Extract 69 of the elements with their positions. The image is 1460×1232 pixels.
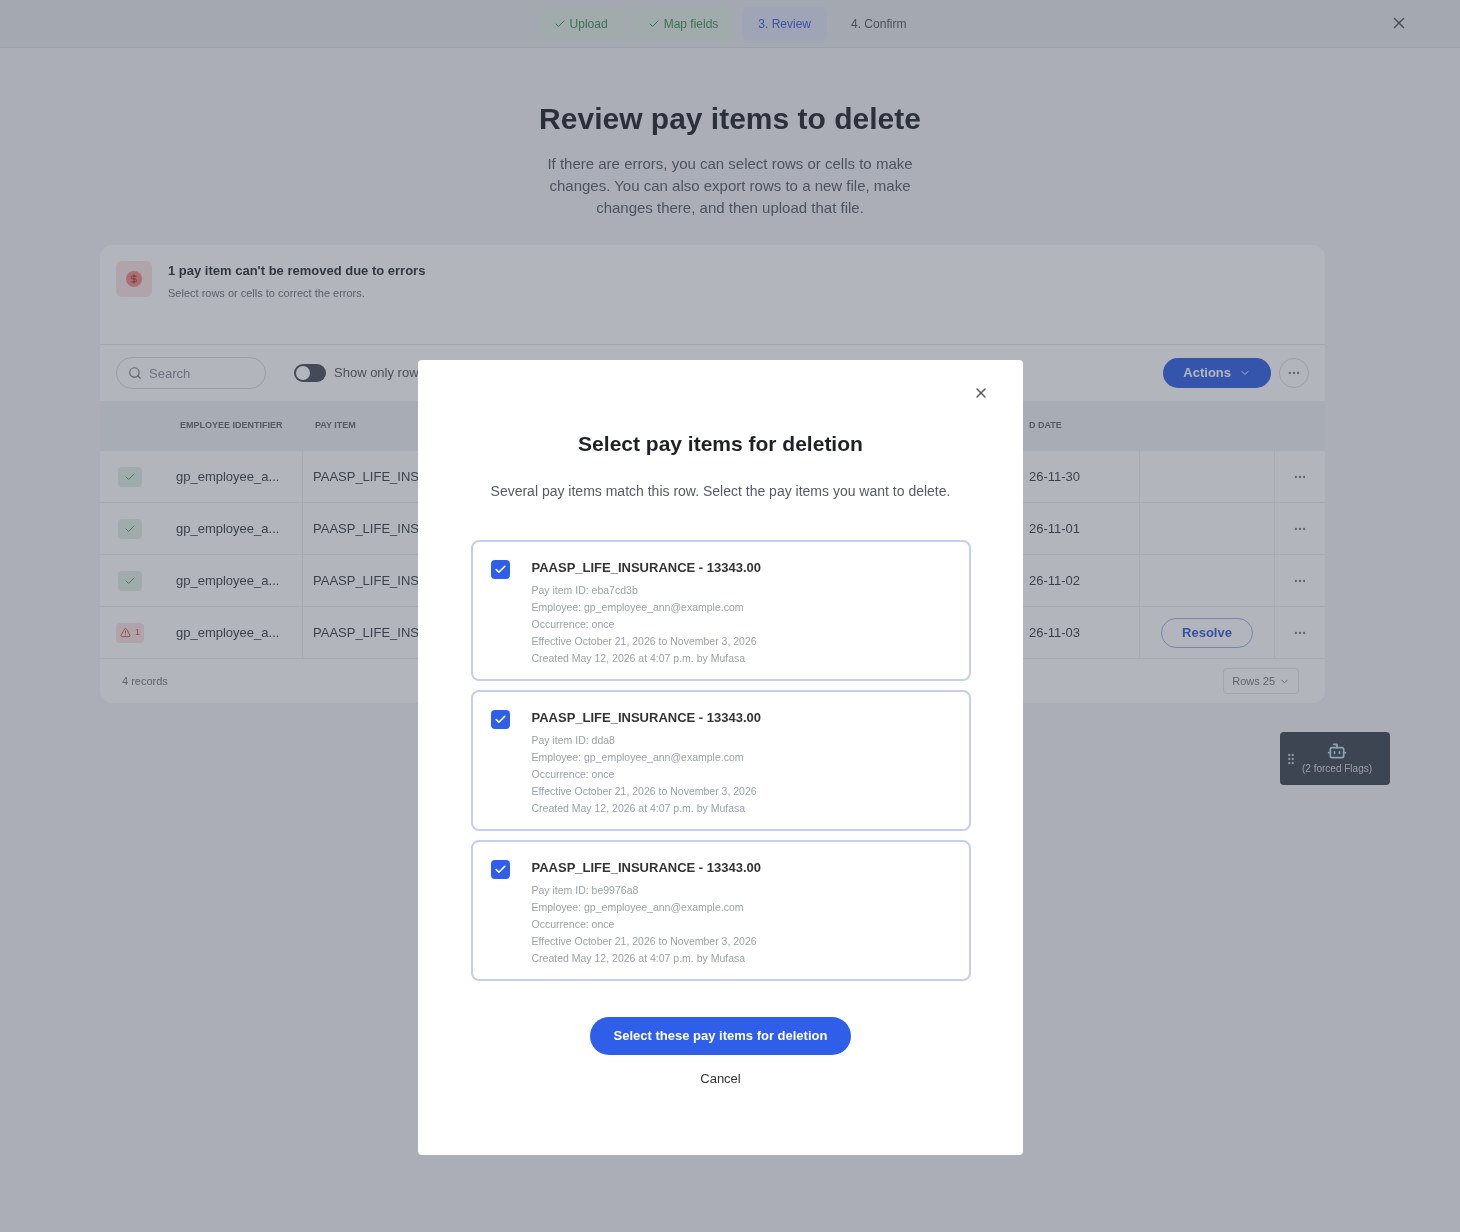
flags-label: (2 forced Flags) (1302, 762, 1373, 776)
pay-item-detail: Created May 12, 2026 at 4:07 p.m. by Mufasa (531, 801, 747, 816)
step-tab[interactable]: 4. Confirm (835, 6, 923, 41)
step-tab[interactable]: 3. Review (742, 6, 828, 41)
banner-title: 1 pay item can't be removed due to errors (168, 262, 426, 280)
dialog-title: Select pay items for deletion (578, 431, 863, 457)
table-cell-text: PAASP_LIFE_INS (312, 571, 418, 590)
pay-item-detail: Occurrence: once (531, 917, 616, 932)
dialog-description: Several pay items match this row. Select the pay items you want to delete. (489, 481, 952, 501)
actions-button[interactable]: Actions (1163, 358, 1271, 388)
cancel-button[interactable]: Cancel (700, 1068, 741, 1088)
pay-item-option[interactable]: PAASP_LIFE_INSURANCE - 13343.00 Pay item ID: eba7cd3b Employee: gp_employee_ann@example.com Occurrence: once Effective October 21, 2026 to November 3, 2026 Created May 12, 2026 at 4:07 p.m. by Mufasa (470, 539, 971, 681)
pay-item-title: PAASP_LIFE_INSURANCE - 13343.00 (531, 858, 761, 877)
table-cell: 26-11-03 (1025, 607, 1140, 658)
pay-item-detail: Occurrence: once (531, 617, 616, 632)
table-cell: 26-11-30 (1025, 451, 1140, 502)
rows-per-page-select[interactable]: Rows 25 (1223, 668, 1299, 694)
checkbox[interactable] (490, 859, 510, 879)
record-count: 4 records (122, 673, 168, 689)
table-cell: gp_employee_a... (160, 607, 303, 658)
toggle-label: Show only row (334, 364, 419, 383)
toggle-switch[interactable] (294, 364, 326, 382)
column-header: EMPLOYEE IDENTIFIER (179, 419, 284, 433)
pay-item-detail: Employee: gp_employee_ann@example.com (531, 900, 745, 915)
status-ok-badge (118, 518, 142, 539)
table-cell: gp_employee_a... (160, 503, 303, 554)
pay-item-detail: Effective October 21, 2026 to November 3, 2026 (531, 634, 758, 649)
step-tab[interactable]: Map fields (631, 6, 735, 41)
pay-item-detail: Effective October 21, 2026 to November 3, 2026 (531, 934, 758, 949)
check-icon (493, 712, 507, 726)
table-cell-text: PAASP_LIFE_INS (312, 623, 418, 642)
page-description: If there are errors, you can select rows or cells to make changes. You can also export rows to a new file, make changes there, and then upload that file. (546, 154, 914, 218)
pay-item-title: PAASP_LIFE_INSURANCE - 13343.00 (531, 558, 761, 577)
checkbox[interactable] (490, 559, 510, 579)
pay-item-option[interactable]: PAASP_LIFE_INSURANCE - 13343.00 Pay item ID: dda8 Employee: gp_employee_ann@example.com Occurrence: once Effective October 21, 2026 to November 3, 2026 Created May 12, 2026 at 4:07 p.m. by Mufasa (470, 689, 971, 831)
step-tab[interactable]: Upload (537, 6, 624, 41)
pay-item-detail: Employee: gp_employee_ann@example.com (531, 600, 745, 615)
pay-item-detail: Employee: gp_employee_ann@example.com (531, 750, 745, 765)
pay-item-title: PAASP_LIFE_INSURANCE - 13343.00 (531, 708, 761, 727)
table-cell: 26-11-01 (1025, 503, 1140, 554)
search-field[interactable]: Search (116, 357, 266, 389)
status-ok-badge (118, 570, 142, 591)
search-icon (128, 366, 142, 380)
pay-item-detail: Occurrence: once (531, 767, 616, 782)
pay-item-detail: Pay item ID: be9976a8 (531, 883, 640, 898)
table-cell: gp_employee_a... (160, 451, 303, 502)
table-cell-text: PAASP_LIFE_INS (312, 467, 418, 486)
pay-item-detail: Effective October 21, 2026 to November 3, 2026 (531, 784, 758, 799)
checkbox[interactable] (490, 709, 510, 729)
pay-item-detail: Pay item ID: dda8 (531, 733, 616, 748)
select-for-deletion-button[interactable]: Select these pay items for deletion (589, 1016, 852, 1055)
pay-item-detail: Pay item ID: eba7cd3b (531, 583, 639, 598)
column-header: PAY ITEM (314, 419, 357, 433)
status-ok-badge (118, 466, 142, 487)
pay-item-detail: Created May 12, 2026 at 4:07 p.m. by Mufasa (531, 651, 747, 666)
page-title: Review pay items to delete (539, 101, 921, 137)
table-cell: 26-11-02 (1025, 555, 1140, 606)
pay-item-detail: Created May 12, 2026 at 4:07 p.m. by Mufasa (531, 951, 747, 966)
check-icon (493, 562, 507, 576)
check-icon (493, 862, 507, 876)
table-cell-text: PAASP_LIFE_INS (312, 519, 418, 538)
flags-widget[interactable]: (2 forced Flags) (1280, 732, 1390, 785)
robot-icon (1327, 741, 1347, 761)
table-cell: gp_employee_a... (160, 555, 303, 606)
banner-subtitle: Select rows or cells to correct the errors. (168, 285, 366, 301)
column-header: D DATE (1028, 419, 1063, 433)
error-icon (116, 261, 152, 297)
pay-item-option[interactable]: PAASP_LIFE_INSURANCE - 13343.00 Pay item ID: be9976a8 Employee: gp_employee_ann@example.com Occurrence: once Effective October 21, 2026 to November 3, 2026 Created May 12, 2026 at 4:07 p.m. by Mufasa (470, 839, 971, 981)
error-count-badge: 1 (116, 622, 144, 643)
